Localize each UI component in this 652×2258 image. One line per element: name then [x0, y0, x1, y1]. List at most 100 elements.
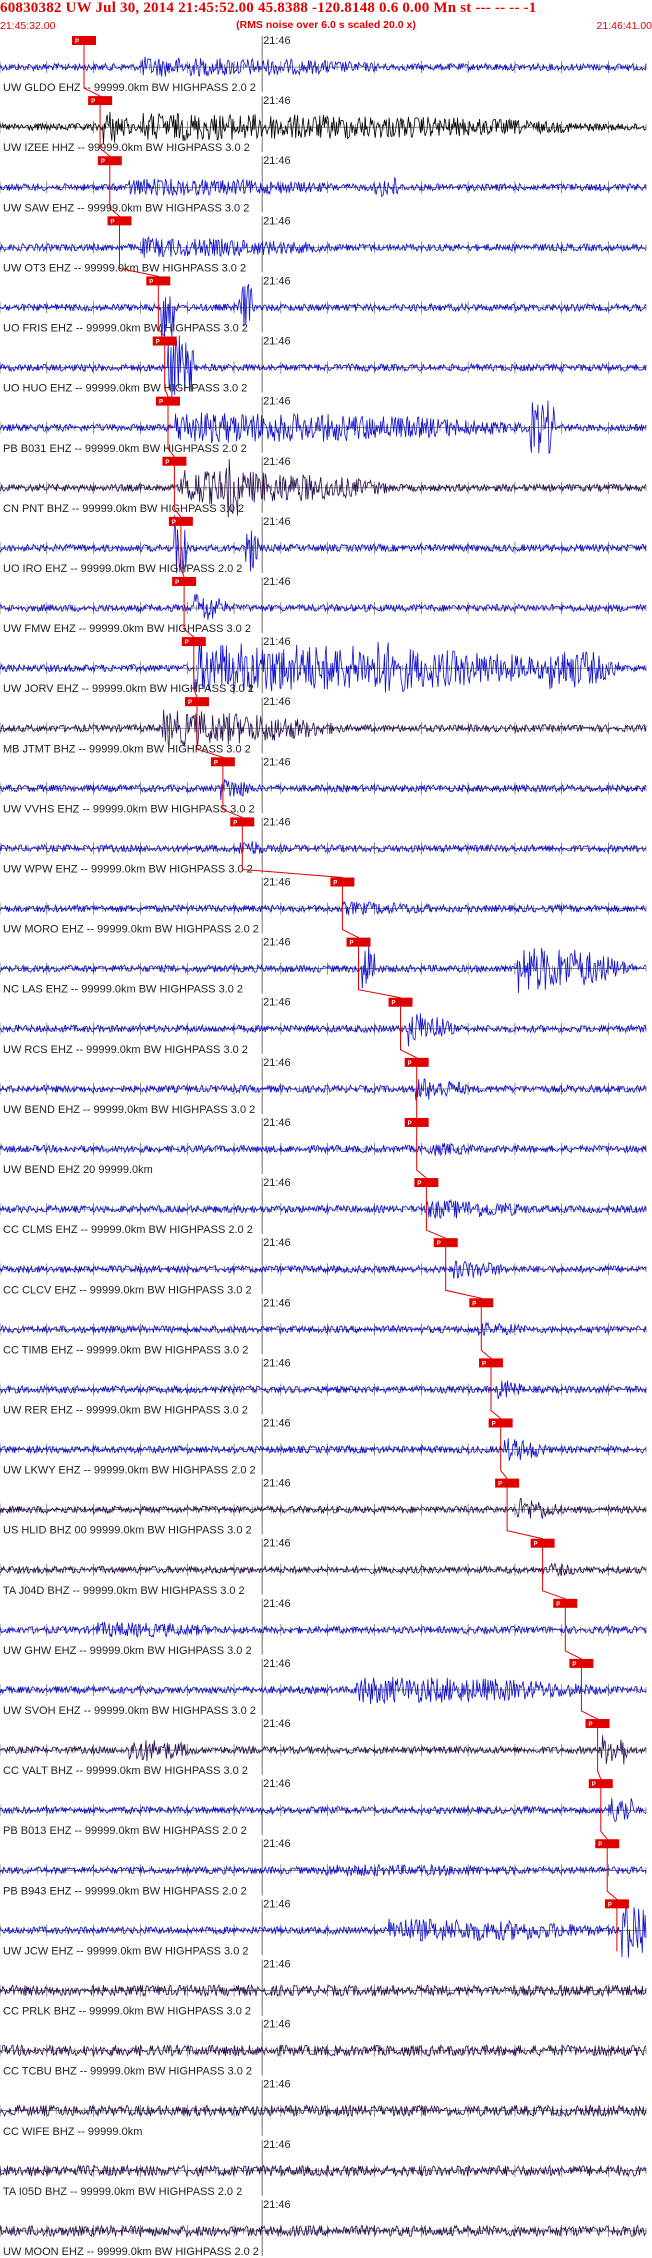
pick-label: P	[598, 1842, 602, 1848]
minute-label: 21:46	[263, 516, 291, 528]
pick-label: P	[172, 520, 176, 526]
station-label: MB JTMT BHZ -- 99999.0km BW HIGHPASS 3.0…	[3, 743, 251, 755]
minute-label: 21:46	[263, 1898, 291, 1910]
trace-row: 21:46 UW LKWY EHZ -- 99999.0km BW HIGHPAS…	[0, 1417, 647, 1477]
trace-row: 21:46 NC LAS EHZ -- 99999.0km BW HIGHPASS…	[0, 937, 647, 996]
minute-label: 21:46	[263, 576, 291, 588]
waveform-trace	[0, 56, 647, 77]
station-label: UW GLDO EHZ -- 99999.0km BW HIGHPASS 2.0…	[3, 82, 256, 94]
minute-label: 21:46	[263, 1958, 291, 1970]
station-label: UW LKWY EHZ -- 99999.0km BW HIGHPASS 2.0…	[3, 1465, 256, 1477]
trace-row: 21:46 CN PNT BHZ -- 99999.0km BW HIGHPASS…	[0, 456, 647, 518]
station-label: UW GHW EHZ -- 99999.0km BW HIGHPASS 3.0 …	[3, 1645, 252, 1657]
pick-label: P	[492, 1421, 496, 1427]
waveform-trace	[0, 593, 647, 620]
pick-label: P	[608, 1902, 612, 1908]
station-label: UW IZEE HHZ -- 99999.0km BW HIGHPASS 3.0…	[3, 142, 250, 154]
trace-row: 21:46 UW OT3 EHZ -- 99999.0km BW HIGHPASS…	[0, 215, 647, 274]
minute-label: 21:46	[263, 2079, 291, 2091]
pick-label: P	[333, 881, 337, 887]
trace-row: 21:46 UW WPW EHZ -- 99999.0km BW HIGHPASS…	[0, 816, 647, 876]
station-label: CC CLMS EHZ -- 99999.0km BW HIGHPASS 2.0…	[3, 1224, 253, 1236]
trace-row: 21:46 CC WIFE BHZ -- 99999.0km	[0, 2079, 647, 2138]
trace-row: 21:46 UW RCS EHZ -- 99999.0km BW HIGHPASS…	[0, 997, 647, 1056]
trace-row: 21:46 CC CLMS EHZ -- 99999.0km BW HIGHPAS…	[0, 1177, 647, 1236]
station-label: TA I05D BHZ -- 99999.0km BW HIGHPASS 2.0…	[3, 2186, 242, 2198]
station-label: UW MOON EHZ -- 99999.0km BW HIGHPASS 2.0…	[3, 2246, 259, 2258]
trace-row: 21:46 TA I05D BHZ -- 99999.0km BW HIGHPAS…	[0, 2139, 647, 2198]
trace-row: 21:46 UW GLDO EHZ -- 99999.0km BW HIGHPAS…	[0, 35, 647, 94]
pick-label: P	[534, 1542, 538, 1548]
pick-label: P	[472, 1301, 476, 1307]
pick-label: P	[556, 1602, 560, 1608]
trace-row: 21:46 TA J04D BHZ -- 99999.0km BW HIGHPAS…	[0, 1538, 647, 1597]
trace-row: 21:46 CC TCBU BHZ -- 99999.0km BW HIGHPAS…	[0, 2019, 647, 2078]
trace-row: 21:46 UW BEND EHZ -- 99999.0km BW HIGHPAS…	[0, 1057, 647, 1116]
trace-row: 21:46 UW BEND EHZ 20 99999.0km P	[0, 1117, 647, 1176]
minute-label: 21:46	[263, 997, 291, 1009]
pick-label: P	[91, 99, 95, 105]
pick-label: P	[159, 400, 163, 406]
minute-label: 21:46	[263, 756, 291, 768]
minute-label: 21:46	[263, 1297, 291, 1309]
waveform-trace	[0, 1077, 647, 1101]
trace-row: 21:46 UW GHW EHZ -- 99999.0km BW HIGHPASS…	[0, 1598, 647, 1657]
minute-label: 21:46	[263, 1057, 291, 1069]
pick-label: P	[392, 1001, 396, 1007]
pick-label: P	[437, 1241, 441, 1247]
waveform-trace	[0, 709, 647, 747]
pick-label: P	[214, 760, 218, 766]
station-label: PB B013 EHZ -- 99999.0km BW HIGHPASS 2.0…	[3, 1825, 247, 1837]
station-label: NC LAS EHZ -- 99999.0km BW HIGHPASS 3.0 …	[3, 984, 243, 996]
pick-label: P	[498, 1482, 502, 1488]
trace-row: 21:46 UW JCW EHZ -- 99999.0km BW HIGHPASS…	[0, 1898, 647, 1958]
waveform-trace	[0, 1621, 647, 1638]
minute-label: 21:46	[263, 95, 291, 107]
waveform-trace	[0, 841, 647, 855]
station-label: TA J04D BHZ -- 99999.0km BW HIGHPASS 3.0…	[3, 1585, 245, 1597]
station-label: UW FMW EHZ -- 99999.0km BW HIGHPASS 3.0 …	[3, 623, 251, 635]
minute-label: 21:46	[263, 937, 291, 949]
waveform-trace	[0, 1260, 647, 1279]
minute-label: 21:46	[263, 1417, 291, 1429]
trace-row: 21:46 UO IRO EHZ -- 99999.0km BW HIGHPASS…	[0, 515, 647, 575]
minute-label: 21:46	[263, 2199, 291, 2211]
waveform-trace	[0, 900, 647, 916]
station-label: UW OT3 EHZ -- 99999.0km BW HIGHPASS 3.0 …	[3, 262, 246, 274]
end-time: 21:46:41.00	[596, 20, 652, 32]
pick-label: P	[75, 39, 79, 45]
minute-label: 21:46	[263, 275, 291, 287]
minute-label: 21:46	[263, 1357, 291, 1369]
waveform-trace	[0, 1498, 647, 1519]
pick-label: P	[111, 219, 115, 225]
pick-label: P	[572, 1662, 576, 1668]
station-label: UW BEND EHZ 20 99999.0km	[3, 1164, 153, 1176]
minute-label: 21:46	[263, 1778, 291, 1790]
station-label: UO FRIS EHZ -- 99999.0km BW HIGHPASS 3.0…	[3, 323, 248, 335]
waveform-trace	[0, 1676, 647, 1705]
pick-label: P	[156, 340, 160, 346]
station-label: CC PRLK BHZ -- 99999.0km BW HIGHPASS 3.0…	[3, 2006, 251, 2018]
trace-row: 21:46 UW IZEE HHZ -- 99999.0km BW HIGHPAS…	[0, 95, 647, 154]
station-label: UW MORO EHZ -- 99999.0km BW HIGHPASS 2.0…	[3, 924, 259, 936]
pick-label: P	[149, 279, 153, 285]
start-time: 21:45:32.00	[0, 20, 56, 32]
minute-label: 21:46	[263, 1177, 291, 1189]
station-label: PB B031 EHZ -- 99999.0km BW HIGHPASS 2.0…	[3, 443, 247, 455]
rms-note: (RMS noise over 6.0 s scaled 20.0 x)	[236, 19, 416, 31]
trace-row: 21:46 UW SVOH EHZ -- 99999.0km BW HIGHPAS…	[0, 1658, 647, 1717]
waveform-trace	[0, 1380, 647, 1400]
trace-row: 21:46 UO HUO EHZ -- 99999.0km BW HIGHPASS…	[0, 335, 647, 398]
trace-row: 21:46 CC VALT BHZ -- 99999.0km BW HIGHPAS…	[0, 1718, 647, 1777]
trace-row: 21:46 UW MOON EHZ -- 99999.0km BW HIGHPAS…	[0, 2199, 647, 2258]
pick-label: P	[350, 941, 354, 947]
minute-label: 21:46	[263, 2019, 291, 2031]
trace-row: 21:46 UW FMW EHZ -- 99999.0km BW HIGHPASS…	[0, 576, 647, 635]
station-label: US HLID BHZ 00 99999.0km BW HIGHPASS 3.0…	[3, 1525, 252, 1537]
trace-row: 21:46 PB B013 EHZ -- 99999.0km BW HIGHPAS…	[0, 1778, 647, 1837]
waveform-trace	[0, 1013, 647, 1047]
station-label: CC VALT BHZ -- 99999.0km BW HIGHPASS 3.0…	[3, 1765, 248, 1777]
pick-label: P	[101, 159, 105, 165]
station-label: UW RER EHZ -- 99999.0km BW HIGHPASS 3.0 …	[3, 1404, 248, 1416]
waveform-trace	[0, 1798, 647, 1823]
